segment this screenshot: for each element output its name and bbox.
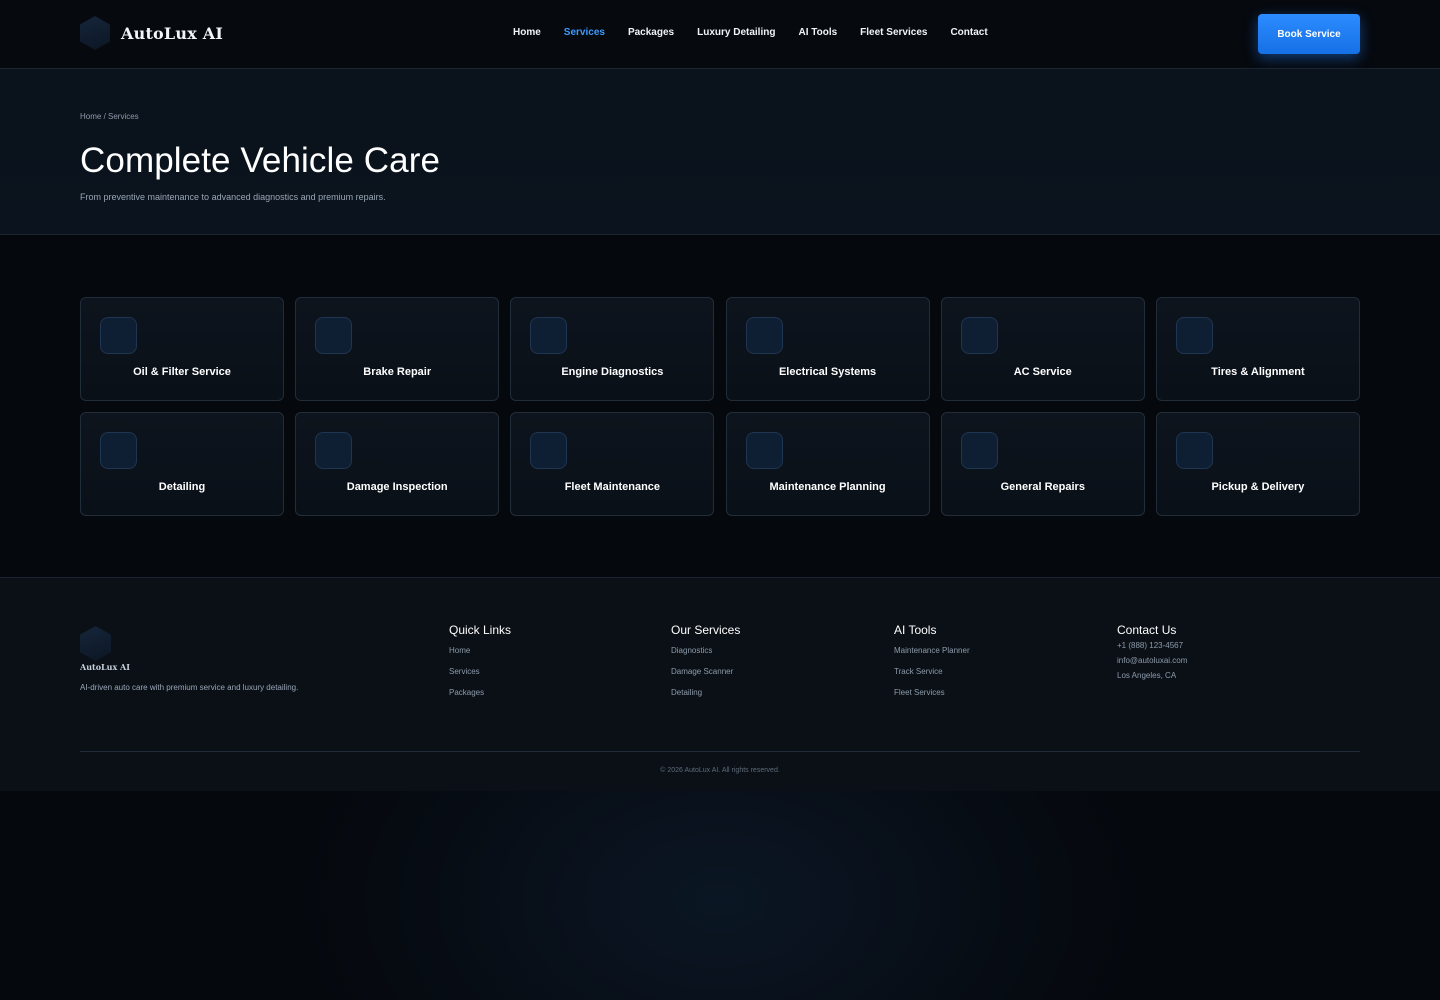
nav-item-home[interactable]: Home: [513, 27, 541, 38]
site-header: AutoLux AI Home Services Packages Luxury…: [0, 0, 1440, 69]
service-card-brake-repair[interactable]: Brake Repair: [295, 297, 500, 401]
service-card-label: Maintenance Planning: [769, 481, 886, 493]
service-icon: [960, 432, 998, 469]
site-footer: AutoLux AI AI-driven auto care with prem…: [0, 577, 1440, 791]
hexagon-logo-icon: [80, 626, 111, 661]
footer-link-home[interactable]: Home: [449, 646, 511, 655]
service-card-maintenance-planning[interactable]: Maintenance Planning: [725, 412, 930, 516]
breadcrumb[interactable]: Home / Services: [80, 112, 139, 121]
contact-phone[interactable]: +1 (888) 123-4567: [1117, 641, 1187, 650]
service-card-pickup-delivery[interactable]: Pickup & Delivery: [1155, 412, 1360, 516]
service-card-fleet-maintenance[interactable]: Fleet Maintenance: [510, 412, 715, 516]
nav-item-services[interactable]: Services: [564, 27, 605, 38]
service-card-label: Electrical Systems: [778, 366, 877, 378]
footer-link-detailing[interactable]: Detailing: [671, 688, 740, 697]
brand-logo[interactable]: AutoLux AI: [80, 16, 223, 50]
brand-name: AutoLux AI: [121, 23, 223, 43]
service-card-label: Engine Diagnostics: [561, 366, 664, 378]
footer-our-services: Our Services Diagnostics Damage Scanner …: [671, 623, 740, 709]
service-card-damage-inspection[interactable]: Damage Inspection: [295, 412, 500, 516]
copyright: © 2026 AutoLux AI. All rights reserved.: [660, 767, 780, 774]
nav-item-contact[interactable]: Contact: [950, 27, 987, 38]
service-card-label: Damage Inspection: [346, 481, 448, 493]
service-card-general-repairs[interactable]: General Repairs: [940, 412, 1145, 516]
footer-link-damage-scanner[interactable]: Damage Scanner: [671, 667, 740, 676]
nav-item-luxury-detailing[interactable]: Luxury Detailing: [697, 27, 775, 38]
footer-link-packages[interactable]: Packages: [449, 688, 511, 697]
footer-column-title: Contact Us: [1117, 623, 1177, 637]
footer-column-title: Our Services: [671, 623, 741, 637]
contact-email[interactable]: info@autoluxai.com: [1117, 656, 1187, 665]
page-subtitle: From preventive maintenance to advanced …: [80, 192, 386, 202]
service-card-label: Tires & Alignment: [1211, 366, 1305, 378]
hero-section: Home / Services Complete Vehicle Care Fr…: [0, 69, 1440, 235]
service-card-label: Detailing: [158, 481, 206, 493]
service-card-detailing[interactable]: Detailing: [80, 412, 284, 516]
footer-logo[interactable]: AutoLux AI: [80, 626, 130, 672]
service-icon: [1175, 317, 1213, 354]
footer-ai-tools: AI Tools Maintenance Planner Track Servi…: [894, 623, 970, 709]
footer-column-title: AI Tools: [894, 623, 937, 637]
main-nav: Home Services Packages Luxury Detailing …: [513, 27, 1011, 38]
service-icon: [315, 432, 353, 469]
service-icon: [100, 317, 137, 354]
footer-link-track-service[interactable]: Track Service: [894, 667, 970, 676]
services-grid: Oil & Filter Service Brake Repair Engine…: [80, 297, 1360, 516]
service-icon: [315, 317, 353, 354]
service-card-ac-service[interactable]: AC Service: [940, 297, 1145, 401]
footer-column-title: Quick Links: [449, 623, 512, 637]
footer-link-fleet-services[interactable]: Fleet Services: [894, 688, 970, 697]
service-card-label: Brake Repair: [363, 366, 432, 378]
nav-item-fleet-services[interactable]: Fleet Services: [860, 27, 927, 38]
service-card-oil-filter[interactable]: Oil & Filter Service: [80, 297, 284, 401]
book-service-button[interactable]: Book Service: [1258, 14, 1360, 54]
service-card-label: Oil & Filter Service: [133, 366, 231, 378]
service-icon: [530, 432, 568, 469]
footer-brand-name: AutoLux AI: [80, 662, 130, 672]
service-card-label: AC Service: [1013, 366, 1072, 378]
service-icon: [100, 432, 137, 469]
nav-item-packages[interactable]: Packages: [628, 27, 674, 38]
nav-item-ai-tools[interactable]: AI Tools: [798, 27, 837, 38]
service-icon: [745, 317, 783, 354]
service-icon: [960, 317, 998, 354]
footer-divider: [80, 751, 1360, 752]
page-title: Complete Vehicle Care: [80, 141, 441, 180]
service-card-label: Pickup & Delivery: [1211, 481, 1305, 493]
footer-link-maintenance-planner[interactable]: Maintenance Planner: [894, 646, 970, 655]
contact-location: Los Angeles, CA: [1117, 671, 1177, 680]
footer-tagline: AI-driven auto care with premium service…: [80, 683, 299, 692]
service-card-label: General Repairs: [1000, 481, 1085, 493]
footer-link-services[interactable]: Services: [449, 667, 511, 676]
service-card-label: Fleet Maintenance: [564, 481, 661, 493]
service-card-electrical-systems[interactable]: Electrical Systems: [725, 297, 930, 401]
footer-contact: Contact Us +1 (888) 123-4567 info@autolu…: [1117, 623, 1187, 686]
footer-link-diagnostics[interactable]: Diagnostics: [671, 646, 740, 655]
hexagon-logo-icon: [80, 16, 110, 50]
service-card-engine-diagnostics[interactable]: Engine Diagnostics: [510, 297, 715, 401]
service-icon: [745, 432, 783, 469]
service-card-tires-alignment[interactable]: Tires & Alignment: [1155, 297, 1360, 401]
footer-quick-links: Quick Links Home Services Packages: [449, 623, 511, 709]
service-icon: [1175, 432, 1213, 469]
service-icon: [530, 317, 568, 354]
